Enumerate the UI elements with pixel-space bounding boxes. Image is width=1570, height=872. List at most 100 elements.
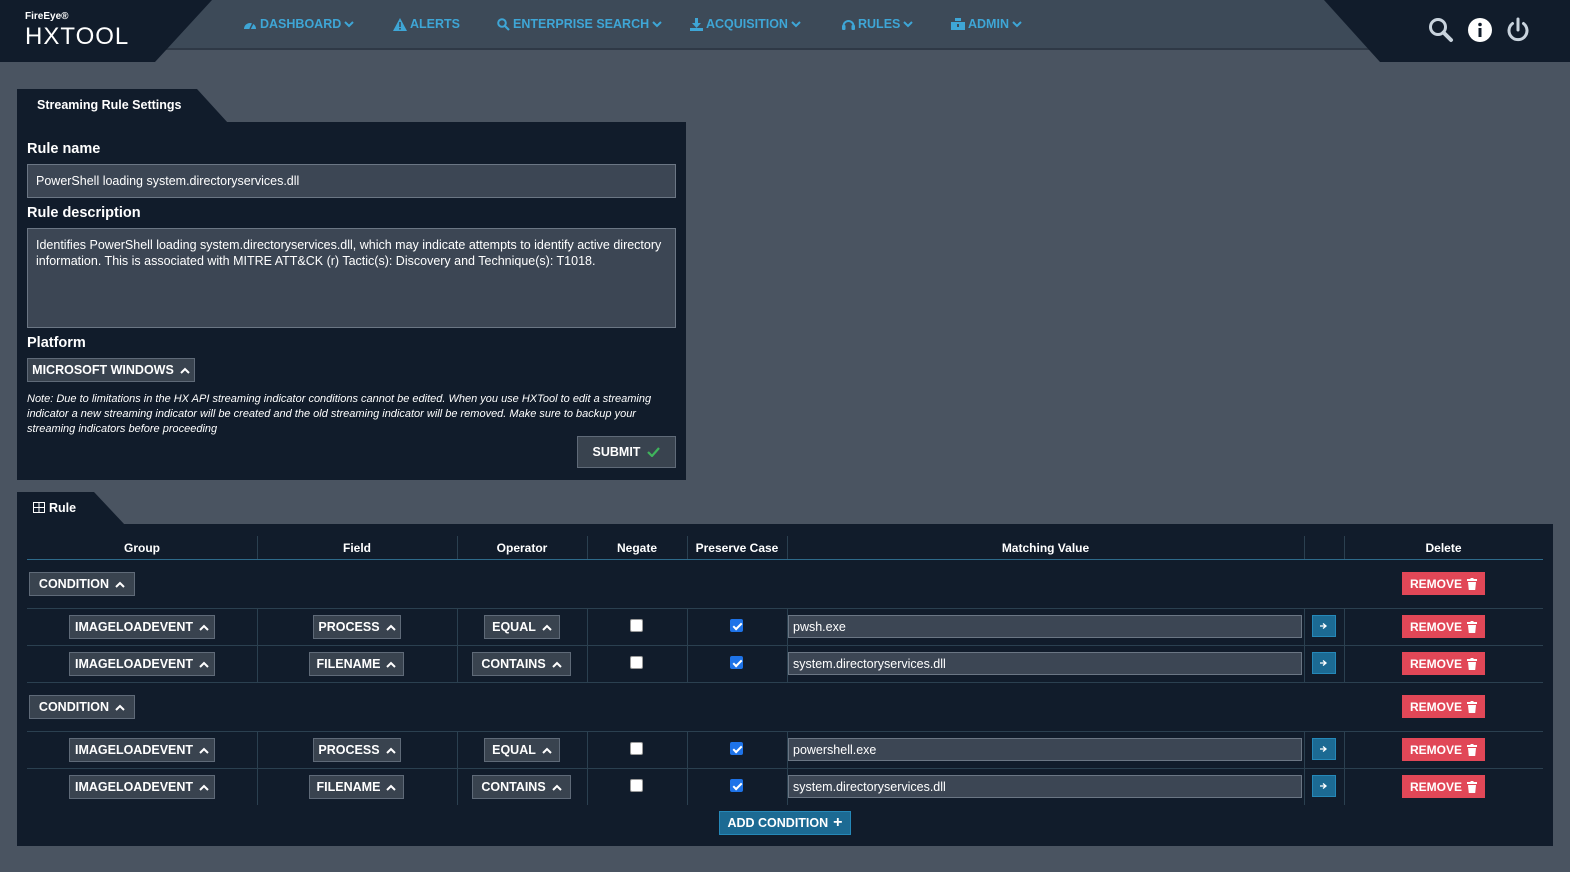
nav-acquisition-label: ACQUISITION	[706, 17, 788, 31]
remove-label: REMOVE	[1409, 619, 1462, 634]
chevron-down-icon	[652, 21, 662, 28]
nav-alerts[interactable]: ALERTS	[393, 17, 497, 31]
operator-value: EQUAL	[492, 743, 536, 757]
chevron-up-icon	[199, 784, 209, 791]
condition-select[interactable]: CONDITION	[29, 695, 135, 719]
nav-enterprise-search[interactable]: ENTERPRISE SEARCH	[497, 17, 690, 31]
field-select[interactable]: PROCESS	[313, 615, 401, 639]
matching-value-input[interactable]	[788, 738, 1302, 761]
operator-select[interactable]: EQUAL	[484, 738, 560, 762]
arrow-right-button[interactable]	[1312, 738, 1336, 760]
field-value: PROCESS	[318, 743, 380, 757]
divider	[687, 608, 688, 682]
chevron-up-icon	[386, 784, 397, 791]
matching-value-input[interactable]	[788, 652, 1302, 675]
platform-select-value: MICROSOFT WINDOWS	[32, 363, 174, 377]
nav-dashboard[interactable]: DASHBOARD	[243, 17, 393, 31]
condition-label: CONDITION	[38, 700, 110, 714]
header-matching-value: Matching Value	[1001, 541, 1090, 555]
operator-value: CONTAINS	[481, 780, 546, 794]
remove-label: REMOVE	[1409, 779, 1462, 794]
divider	[1344, 536, 1345, 559]
matching-value-input[interactable]	[788, 775, 1302, 798]
add-condition-label: ADD CONDITION	[727, 816, 829, 830]
trash-icon	[1467, 700, 1477, 713]
remove-row-button[interactable]: REMOVE	[1402, 652, 1485, 675]
field-select[interactable]: FILENAME	[309, 775, 404, 799]
negate-checkbox[interactable]	[630, 656, 643, 669]
chevron-up-icon	[385, 624, 396, 631]
check-icon	[647, 447, 661, 457]
negate-checkbox[interactable]	[630, 742, 643, 755]
chevron-up-icon	[199, 661, 209, 668]
preserve-case-checkbox[interactable]	[730, 656, 743, 669]
row-divider	[27, 682, 1543, 683]
group-value: IMAGELOADEVENT	[74, 620, 194, 634]
chevron-up-icon	[551, 784, 562, 791]
divider	[257, 536, 258, 559]
nav-admin[interactable]: ADMIN	[951, 17, 1041, 31]
trash-icon	[1467, 620, 1477, 633]
arrow-right-button[interactable]	[1312, 652, 1336, 674]
divider	[457, 731, 458, 805]
nav-rules[interactable]: RULES	[842, 17, 951, 31]
group-select[interactable]: IMAGELOADEVENT	[69, 615, 215, 639]
info-icon[interactable]	[1467, 17, 1493, 48]
group-select[interactable]: IMAGELOADEVENT	[69, 775, 215, 799]
tab-streaming-rule-settings[interactable]: Streaming Rule Settings	[17, 89, 228, 123]
divider	[257, 608, 258, 682]
preserve-case-checkbox[interactable]	[730, 619, 743, 632]
rule-name-input[interactable]	[27, 164, 676, 198]
power-icon[interactable]	[1505, 17, 1531, 48]
add-condition-button[interactable]: ADD CONDITION +	[719, 811, 851, 835]
condition-select[interactable]: CONDITION	[29, 572, 135, 596]
remove-row-button[interactable]: REMOVE	[1402, 615, 1485, 638]
divider	[687, 536, 688, 559]
warning-icon	[393, 17, 407, 31]
group-select[interactable]: IMAGELOADEVENT	[69, 652, 215, 676]
field-select[interactable]: PROCESS	[313, 738, 401, 762]
arrow-right-button[interactable]	[1312, 775, 1336, 797]
row-divider	[27, 645, 1543, 646]
arrow-right-button[interactable]	[1312, 615, 1336, 637]
brand-logo[interactable]: FireEye® HXTOOL	[0, 0, 212, 62]
header-delete: Delete	[1425, 541, 1462, 555]
divider	[1304, 731, 1305, 805]
row-divider	[27, 731, 1543, 732]
headset-icon	[842, 20, 855, 30]
preserve-case-checkbox[interactable]	[730, 742, 743, 755]
matching-value-input[interactable]	[788, 615, 1302, 638]
submit-button[interactable]: SUBMIT	[577, 436, 676, 468]
platform-select[interactable]: MICROSOFT WINDOWS	[27, 358, 195, 382]
tab-rule[interactable]: Rule	[17, 492, 125, 525]
group-select[interactable]: IMAGELOADEVENT	[69, 738, 215, 762]
negate-checkbox[interactable]	[630, 779, 643, 792]
operator-select[interactable]: CONTAINS	[472, 775, 571, 799]
remove-row-button[interactable]: REMOVE	[1402, 775, 1485, 798]
search-icon[interactable]	[1428, 17, 1454, 48]
operator-select[interactable]: EQUAL	[484, 615, 560, 639]
remove-row-button[interactable]: REMOVE	[1402, 738, 1485, 761]
nav-acquisition[interactable]: ACQUISITION	[690, 17, 842, 31]
divider	[1344, 608, 1345, 682]
rule-description-label: Rule description	[27, 205, 141, 221]
brand-name: HXTOOL	[25, 23, 130, 50]
preserve-case-checkbox[interactable]	[730, 779, 743, 792]
nav-enterprise-search-label: ENTERPRISE SEARCH	[513, 17, 650, 31]
remove-label: REMOVE	[1409, 742, 1462, 757]
chevron-up-icon	[199, 624, 209, 631]
field-select[interactable]: FILENAME	[309, 652, 404, 676]
arrow-right-icon	[1320, 746, 1328, 752]
group-value: IMAGELOADEVENT	[74, 743, 194, 757]
main-nav: DASHBOARD ALERTS ENTERPRISE SEARCH ACQUI…	[243, 17, 1041, 31]
arrow-right-icon	[1320, 783, 1328, 789]
divider	[587, 608, 588, 682]
trash-icon	[1467, 577, 1477, 590]
header-negate: Negate	[616, 541, 657, 555]
remove-condition-button[interactable]: REMOVE	[1402, 572, 1485, 595]
dashboard-icon	[244, 22, 256, 30]
remove-condition-button[interactable]: REMOVE	[1402, 695, 1485, 718]
operator-select[interactable]: CONTAINS	[472, 652, 571, 676]
negate-checkbox[interactable]	[630, 619, 643, 632]
rule-description-textarea[interactable]: Identifies PowerShell loading system.dir…	[27, 228, 676, 328]
